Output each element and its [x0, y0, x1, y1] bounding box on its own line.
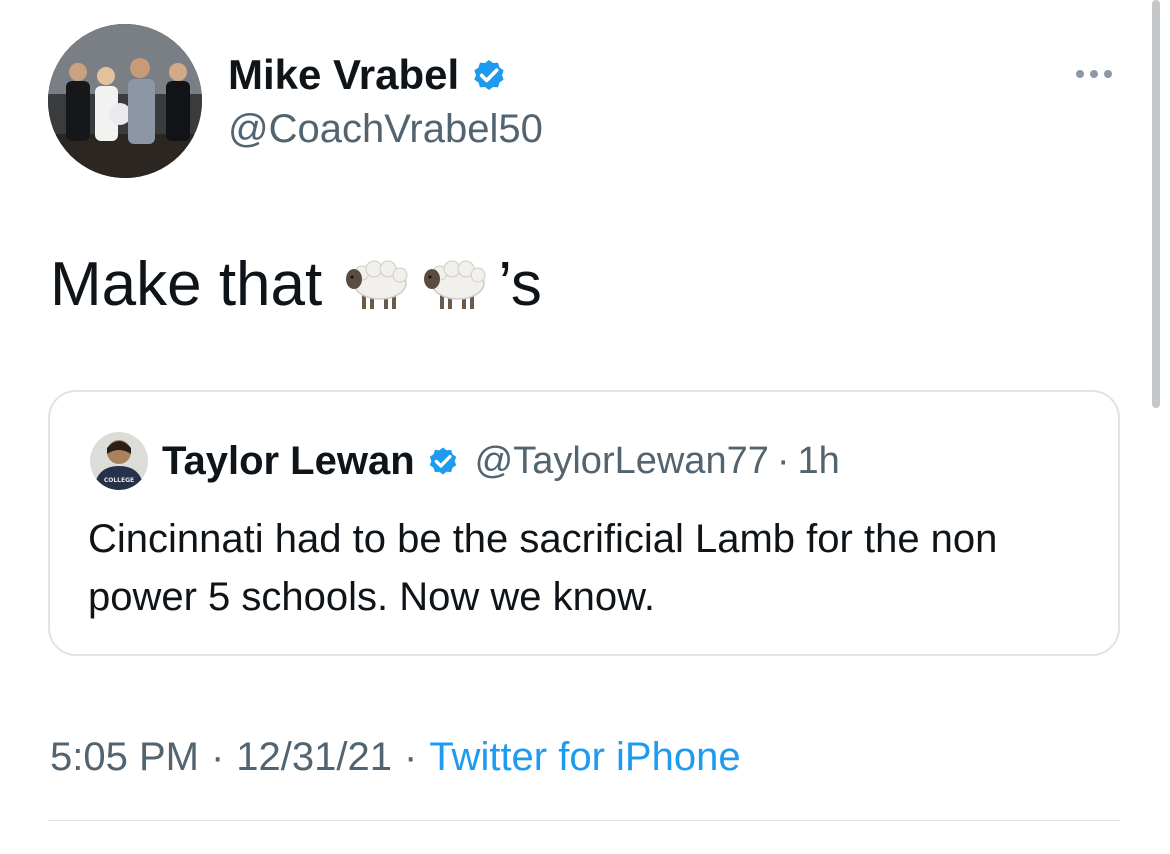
separator-dot: ·: [776, 439, 790, 482]
avatar-shirt-text: COLLEGE: [104, 477, 134, 484]
quoted-tweet-header: Taylor Lewan @TaylorLewan77 · 1h: [162, 436, 840, 486]
family-photo-avatar: [48, 24, 202, 178]
sheep-icon: [422, 255, 490, 315]
tweet-source-link[interactable]: Twitter for iPhone: [429, 735, 740, 779]
quoted-tweet-card[interactable]: COLLEGE Taylor Lewan @TaylorLewan77 · 1h…: [48, 390, 1120, 656]
author-name-row[interactable]: Mike Vrabel: [228, 50, 509, 100]
separator-dot: ·: [210, 735, 225, 779]
more-dot: [1076, 70, 1084, 78]
more-options-icon[interactable]: [1068, 60, 1120, 88]
tweet-text-suffix: ’s: [498, 250, 542, 319]
quoted-tweet-text: Cincinnati had to be the sacrificial Lam…: [88, 517, 998, 619]
college-shirt-avatar: COLLEGE: [90, 432, 148, 490]
tweet-time[interactable]: 5:05 PM: [50, 735, 199, 779]
tweet-text: Make that ’s: [50, 250, 542, 320]
sheep-icon: [344, 255, 412, 315]
tweet-text-main: Make that: [50, 250, 323, 319]
verified-badge-icon: [469, 55, 509, 95]
tweet-date[interactable]: 12/31/21: [236, 735, 392, 779]
scrollbar[interactable]: [1152, 0, 1160, 408]
author-name[interactable]: Mike Vrabel: [228, 50, 459, 100]
author-avatar[interactable]: [48, 24, 202, 178]
quoted-author-name[interactable]: Taylor Lewan: [162, 439, 415, 484]
divider: [48, 820, 1120, 821]
verified-badge-icon: [425, 443, 461, 479]
more-dot: [1090, 70, 1098, 78]
quoted-tweet-time[interactable]: 1h: [798, 440, 840, 483]
author-handle[interactable]: @CoachVrabel50: [228, 105, 543, 153]
tweet-metadata: 5:05 PM · 12/31/21 · Twitter for iPhone: [50, 732, 741, 782]
quoted-author-avatar[interactable]: COLLEGE: [90, 432, 148, 490]
quoted-author-handle[interactable]: @TaylorLewan77: [475, 440, 769, 483]
more-dot: [1104, 70, 1112, 78]
separator-dot: ·: [404, 735, 418, 779]
